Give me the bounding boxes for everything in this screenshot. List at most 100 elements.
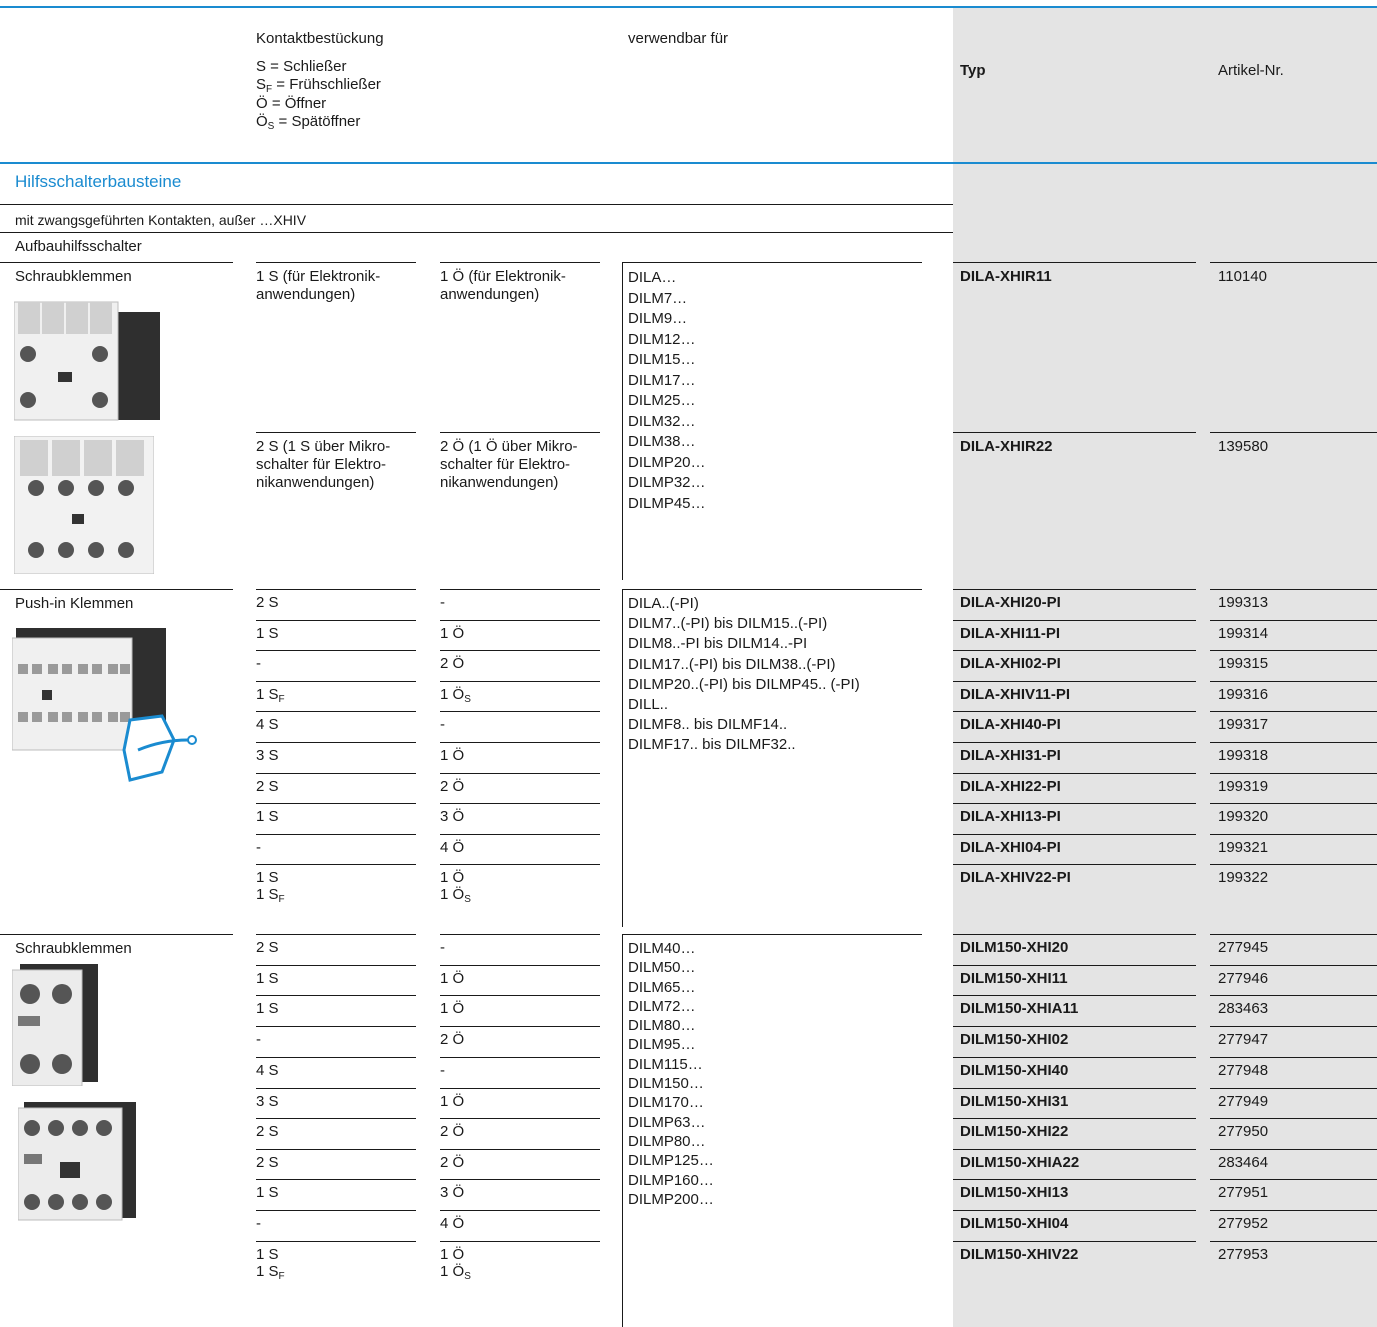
row-divider (1210, 742, 1377, 743)
article-cell: 277948 (1218, 1062, 1268, 1080)
contact-o-cell: 4 Ö (440, 839, 464, 857)
contact-o-cell-text: 2 Ö (440, 655, 465, 673)
contact-o-cell: - (440, 939, 445, 957)
row-divider (256, 1025, 416, 1027)
contact-o-cell: 1 Ö (440, 747, 464, 765)
type-cell: DILM150-XHI11 (960, 970, 1068, 988)
group-title: Aufbauhilfsschalter (15, 238, 142, 255)
contact-o-cell: 2 Ö (1 Ö über Mikro- schalter für Elektr… (440, 438, 578, 491)
contact-s-cell-text: - (256, 1215, 261, 1232)
type-cell-text: DILA-XHI40-PI (960, 716, 1061, 734)
contact-s-cell: 2 S (256, 1154, 279, 1172)
article-cell: 277946 (1218, 970, 1268, 988)
type-cell: DILM150-XHI20 (960, 939, 1068, 957)
contact-o-cell-text: 1 Ö (440, 1245, 465, 1263)
type-cell-text: DILA-XHIV22-PI (960, 869, 1071, 887)
article-cell: 277950 (1218, 1123, 1268, 1141)
auxiliary-contact-image (18, 1102, 136, 1221)
article-cell: 199315 (1218, 655, 1268, 673)
subtitle: mit zwangsgeführten Kontakten, außer …XH… (15, 212, 307, 228)
contact-o-cell: 2 Ö (440, 778, 464, 796)
contact-o-cell: 2 Ö (440, 1031, 464, 1049)
contact-s-cell-text: 1 S (256, 1262, 279, 1280)
divider (256, 262, 416, 263)
row-divider (256, 589, 416, 590)
contact-s-cell-subscript: F (278, 1270, 285, 1282)
row-divider (953, 1240, 1196, 1242)
contact-s-cell: 1 S (256, 869, 279, 887)
article-cell-text: 277949 (1218, 1092, 1269, 1110)
divider (1210, 262, 1377, 263)
article-cell: 277951 (1218, 1184, 1268, 1202)
row-divider (1210, 803, 1377, 805)
row-divider (440, 711, 600, 713)
type-cell: DILA-XHI02-PI (960, 655, 1061, 673)
type-cell-text: DILM150-XHI31 (960, 1092, 1069, 1110)
contact-s-cell-text: 1 S (256, 886, 279, 904)
type-cell-text: DILM150-XHI02 (960, 1030, 1069, 1048)
contact-o-cell-text: 1 Ö (440, 869, 465, 887)
type-cell-text: DILM150-XHI13 (960, 1184, 1069, 1202)
row-divider (256, 772, 416, 774)
contact-s-cell: 4 S (256, 1062, 279, 1080)
usable-list: DILA..(-PI) DILM7..(-PI) bis DILM15..(-P… (628, 595, 860, 754)
article-cell: 283463 (1218, 1000, 1268, 1018)
row-divider (440, 1025, 600, 1027)
article-cell-text: 199318 (1218, 747, 1269, 764)
row-divider (1210, 711, 1377, 713)
row-divider (256, 833, 416, 835)
row-divider (440, 1148, 600, 1150)
row-divider (953, 619, 1196, 621)
article-cell-text: 283463 (1218, 1000, 1269, 1018)
contact-o-cell-text: 1 Ö (440, 624, 465, 642)
contact-o-cell-subscript: S (464, 693, 471, 705)
contact-o-cell: 2 Ö (440, 1123, 464, 1141)
type-cell: DILM150-XHI02 (960, 1031, 1068, 1049)
row-divider (440, 995, 600, 997)
contact-o-cell-text: 4 Ö (440, 838, 465, 856)
contact-o-cell: 1 Ö (440, 970, 464, 988)
divider (622, 262, 623, 580)
article-cell: 110140 (1218, 268, 1267, 285)
row-divider (1210, 619, 1377, 621)
auxiliary-contact-image (12, 964, 98, 1086)
row-divider (256, 1210, 416, 1211)
type-cell-text: DILM150-XHI20 (960, 939, 1069, 956)
contact-o-cell-text: - (440, 1062, 445, 1079)
row-divider (953, 772, 1196, 774)
contact-o-cell: 1 Ö (440, 1246, 464, 1264)
article-cell-text: 199319 (1218, 777, 1269, 795)
row-divider (953, 680, 1196, 682)
row-divider (440, 680, 600, 682)
type-cell: DILM150-XHI04 (960, 1215, 1068, 1233)
divider (0, 589, 233, 590)
row-divider (1210, 1148, 1377, 1150)
top-rule (0, 6, 1377, 8)
row-divider (440, 803, 600, 805)
article-cell-text: 199313 (1218, 594, 1269, 611)
type-cell-text: DILM150-XHIA11 (960, 1000, 1079, 1018)
contact-o-cell: 1 Ö (für Elektronik- anwendungen) (440, 268, 566, 303)
row-divider (953, 1087, 1196, 1089)
article-cell: 199320 (1218, 808, 1268, 826)
contact-o-cell-text: 3 Ö (440, 808, 465, 826)
contact-o-cell: 1 ÖS (440, 686, 471, 705)
article-cell: 199319 (1218, 778, 1268, 796)
row-divider (1210, 1118, 1377, 1120)
row-divider (953, 711, 1196, 713)
type-cell: DILA-XHI20-PI (960, 594, 1061, 612)
type-heading: Typ (960, 62, 986, 79)
contact-o-cell-text: 1 Ö (440, 1092, 465, 1110)
contact-o-cell: - (440, 716, 445, 734)
contact-s-cell: 3 S (256, 1093, 279, 1111)
contact-o-cell: 1 Ö (440, 869, 464, 887)
contact-o-cell: 3 Ö (440, 808, 464, 826)
contact-o-cell: 3 Ö (440, 1184, 464, 1202)
contact-s-cell: 2 S (256, 1123, 279, 1141)
article-cell-text: 199322 (1218, 869, 1269, 887)
row-divider (256, 934, 416, 935)
row-divider (1210, 1057, 1377, 1058)
section-title: Hilfsschalterbausteine (15, 172, 182, 191)
contact-o-cell: 1 ÖS (440, 886, 471, 905)
type-cell-text: DILA-XHI11-PI (960, 624, 1061, 642)
